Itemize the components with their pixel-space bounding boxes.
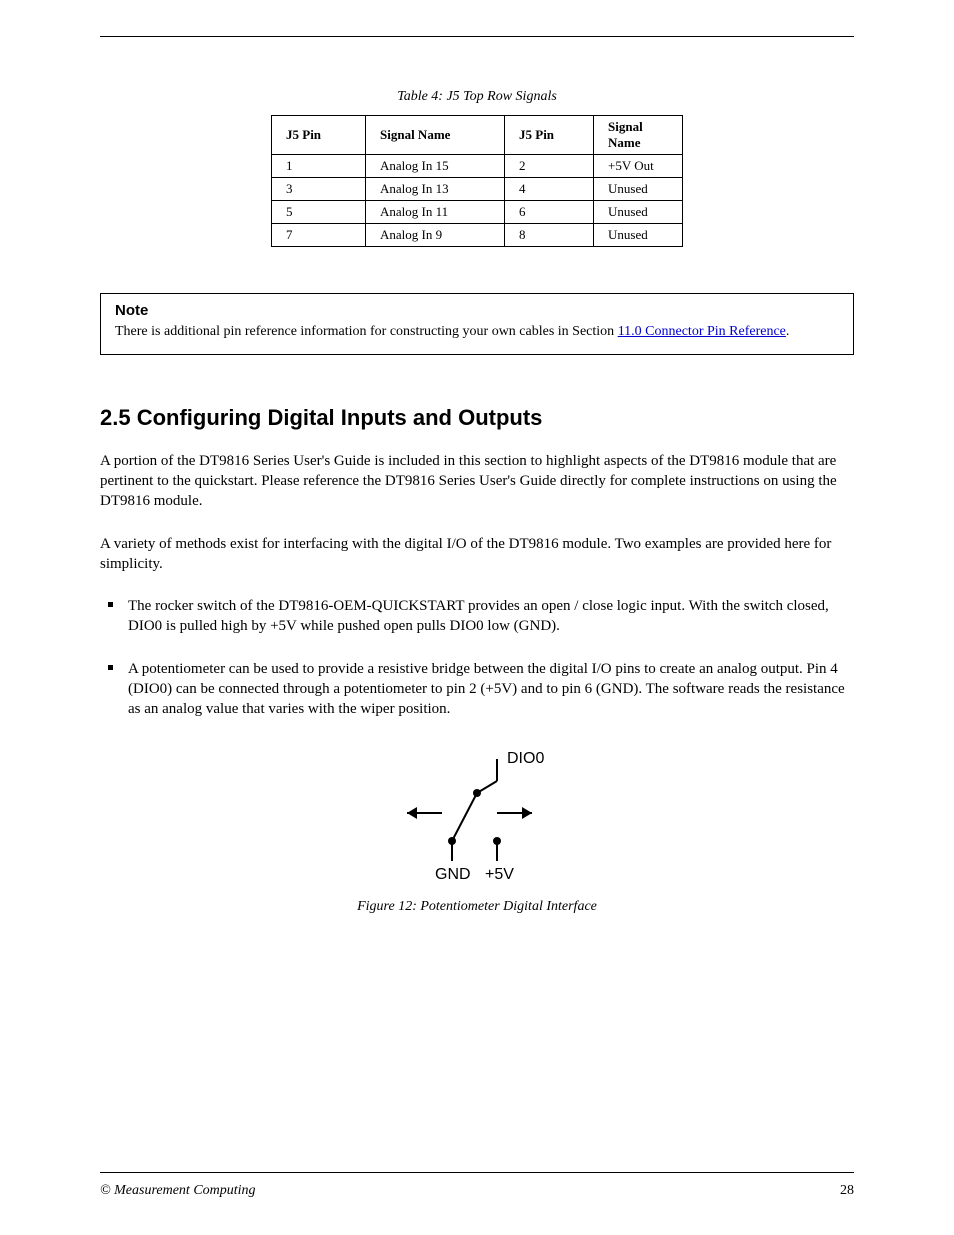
- switch-diagram-icon: DIO0 GND +5V: [357, 741, 597, 891]
- table-row: 1 Analog In 15 2 +5V Out: [272, 155, 683, 178]
- note-lead: Note: [115, 302, 839, 319]
- pinout-table: J5 Pin Signal Name J5 Pin Signal Name 1 …: [271, 115, 683, 247]
- body-paragraph: A variety of methods exist for interfaci…: [100, 534, 854, 575]
- diagram-label-gnd: GND: [435, 866, 471, 883]
- diagram-label-dio: DIO0: [507, 750, 544, 767]
- table-row: 5 Analog In 11 6 Unused: [272, 201, 683, 224]
- table-header: J5 Pin: [505, 116, 594, 155]
- note-callout: Note There is additional pin reference i…: [100, 293, 854, 355]
- table-header: Signal Name: [594, 116, 683, 155]
- header-rule: [100, 36, 854, 37]
- list-item: The rocker switch of the DT9816-OEM-QUIC…: [128, 596, 854, 637]
- footer-page-number: 28: [840, 1183, 854, 1199]
- page-footer: © Measurement Computing 28: [100, 1172, 854, 1199]
- diagram-label-5v: +5V: [485, 866, 514, 883]
- table-header-row: J5 Pin Signal Name J5 Pin Signal Name: [272, 116, 683, 155]
- table-row: 7 Analog In 9 8 Unused: [272, 224, 683, 247]
- figure-caption: Figure 12: Potentiometer Digital Interfa…: [100, 899, 854, 915]
- body-paragraph: A portion of the DT9816 Series User's Gu…: [100, 451, 854, 512]
- note-body: There is additional pin reference inform…: [115, 324, 789, 339]
- bullet-list: The rocker switch of the DT9816-OEM-QUIC…: [100, 596, 854, 719]
- table-row: 3 Analog In 13 4 Unused: [272, 178, 683, 201]
- note-crossref-link[interactable]: 11.0 Connector Pin Reference: [618, 324, 786, 339]
- list-item: A potentiometer can be used to provide a…: [128, 659, 854, 720]
- table-header: Signal Name: [366, 116, 505, 155]
- section-heading: 2.5 Configuring Digital Inputs and Outpu…: [100, 405, 854, 431]
- table-header: J5 Pin: [272, 116, 366, 155]
- table-caption: Table 4: J5 Top Row Signals: [100, 89, 854, 105]
- figure: DIO0 GND +5V Figure 12: Potentiometer Di…: [100, 741, 854, 915]
- footer-copyright: © Measurement Computing: [100, 1183, 256, 1199]
